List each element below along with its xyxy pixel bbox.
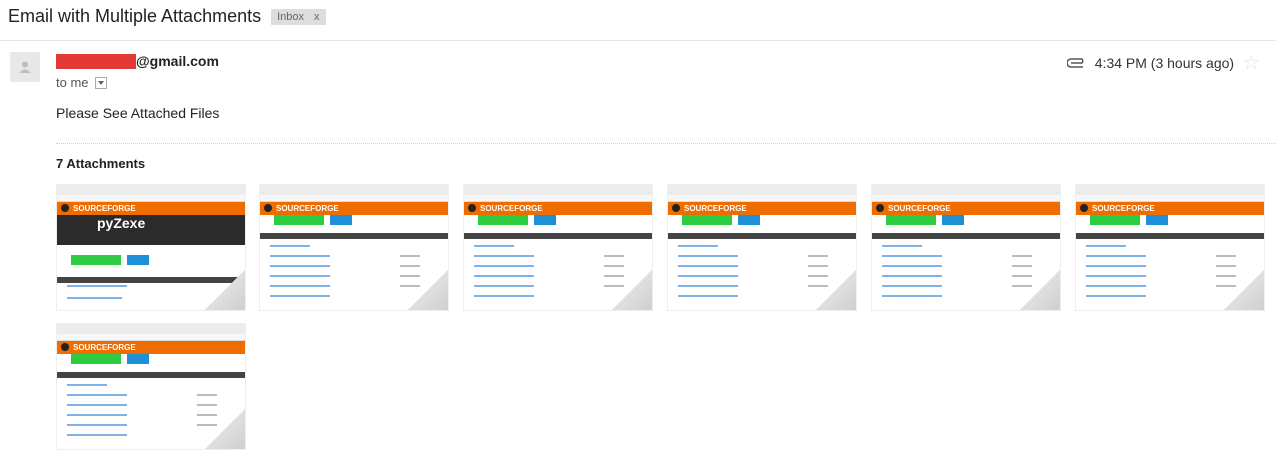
chevron-down-icon[interactable] — [94, 76, 107, 89]
message-meta: 4:34 PM (3 hours ago) ☆ — [1066, 53, 1260, 73]
attachments-title: 7 Attachments — [56, 156, 146, 171]
attachment-thumbnail[interactable]: SOURCEFORGE pyZexe — [56, 184, 246, 311]
attachment-thumbnail[interactable]: SOURCEFORGE — [463, 184, 653, 311]
email-subject: Email with Multiple Attachments — [8, 6, 262, 26]
divider — [0, 40, 1276, 41]
inbox-label-text: Inbox — [277, 10, 305, 23]
attachment-thumbnail[interactable]: SOURCEFORGE — [56, 323, 246, 450]
message-body: Please See Attached Files — [56, 105, 220, 121]
person-icon[interactable] — [10, 52, 40, 82]
remove-label-button[interactable]: x — [314, 11, 320, 23]
sender[interactable]: @gmail.com — [56, 53, 219, 69]
inbox-label[interactable]: Inbox x — [271, 8, 326, 25]
attachment-thumbnail[interactable]: SOURCEFORGE — [1075, 184, 1265, 311]
attachment-thumbnail[interactable]: SOURCEFORGE — [871, 184, 1061, 311]
sender-domain: @gmail.com — [136, 53, 219, 69]
subject-row: Email with Multiple Attachments Inbox x — [8, 6, 326, 27]
attachment-thumbnail[interactable]: SOURCEFORGE — [259, 184, 449, 311]
to-line: to me — [56, 75, 89, 90]
paperclip-icon — [1066, 58, 1084, 68]
attachment-thumbnail[interactable]: SOURCEFORGE — [667, 184, 857, 311]
recipient-row: to me — [56, 75, 107, 90]
message-time: 4:34 PM (3 hours ago) — [1094, 55, 1235, 71]
redacted-name — [56, 53, 136, 69]
star-icon[interactable]: ☆ — [1242, 53, 1260, 73]
divider — [56, 143, 1276, 144]
